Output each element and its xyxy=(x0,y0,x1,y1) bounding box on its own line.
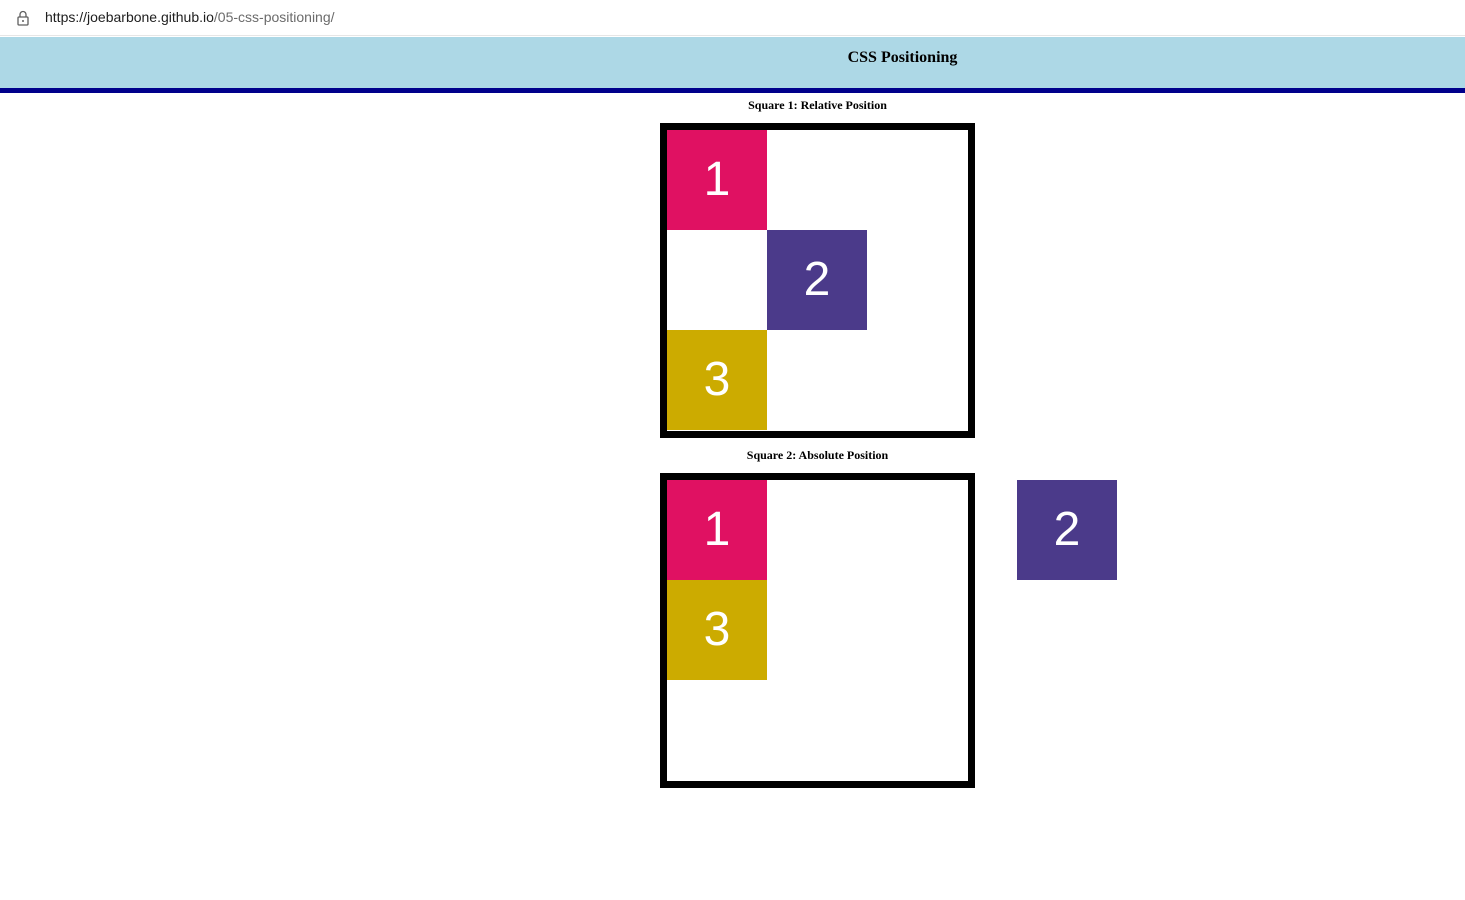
url-host: https://joebarbone.github.io xyxy=(45,9,214,25)
square1-box-1: 1 xyxy=(667,130,767,230)
square2-box-3: 3 xyxy=(667,580,767,680)
square2-box-2: 2 xyxy=(1017,480,1117,580)
lock-icon[interactable] xyxy=(16,10,30,26)
square1-container: 1 2 3 xyxy=(660,123,975,438)
square2-box-1: 1 xyxy=(667,480,767,580)
square1-box-2: 2 xyxy=(767,230,867,330)
square2-title: Square 2: Absolute Position xyxy=(746,448,889,462)
address-bar[interactable]: https://joebarbone.github.io/05-css-posi… xyxy=(0,0,1465,36)
square2-container: 1 3 xyxy=(660,473,975,788)
url-path: /05-css-positioning/ xyxy=(213,9,335,25)
page-title: CSS Positioning xyxy=(847,49,958,66)
page-header: CSS Positioning xyxy=(0,37,1465,93)
square1-box-3: 3 xyxy=(667,330,767,430)
url-text[interactable]: https://joebarbone.github.io/05-css-posi… xyxy=(45,9,335,25)
square1-title: Square 1: Relative Position xyxy=(748,98,887,112)
